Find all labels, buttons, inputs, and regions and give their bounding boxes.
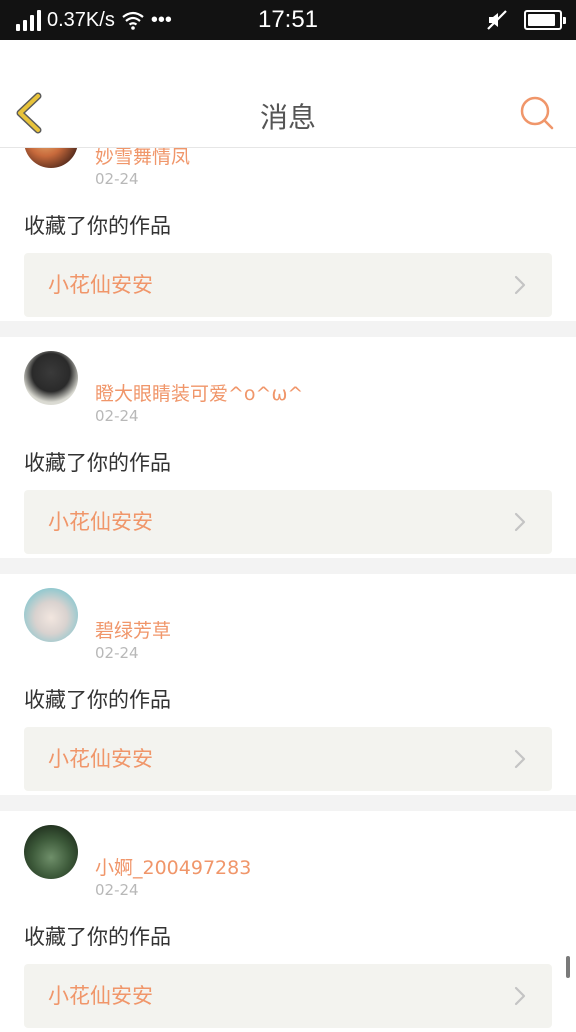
status-bar: 0.37K/s ••• 17:51: [0, 0, 576, 40]
avatar[interactable]: [24, 588, 78, 642]
message-feed: 妙雪舞情凤 02-24 收藏了你的作品 小花仙安安 瞪大眼睛装可爱^o^ω^ 0…: [0, 100, 576, 1032]
message-date: 02-24: [95, 170, 139, 188]
page-title: 消息: [259, 101, 316, 134]
message-card: 碧绿芳草 02-24 收藏了你的作品 小花仙安安: [0, 574, 576, 795]
card-divider: [0, 558, 576, 574]
username[interactable]: 小婀_200497283: [95, 853, 251, 880]
work-link[interactable]: 小花仙安安: [24, 727, 552, 791]
avatar[interactable]: [24, 351, 78, 405]
username[interactable]: 碧绿芳草: [95, 616, 171, 643]
work-title: 小花仙安安: [48, 510, 153, 534]
mute-icon: [487, 10, 507, 30]
scrollbar[interactable]: [566, 956, 570, 978]
avatar[interactable]: [24, 825, 78, 879]
action-text: 收藏了你的作品: [24, 214, 171, 238]
search-button[interactable]: [518, 94, 556, 132]
chevron-right-icon: [514, 986, 526, 1006]
message-card: 小婀_200497283 02-24 收藏了你的作品 小花仙安安: [0, 811, 576, 1032]
message-date: 02-24: [95, 407, 139, 425]
header-bar: 消息: [0, 40, 576, 148]
card-divider: [0, 321, 576, 337]
work-link[interactable]: 小花仙安安: [24, 253, 552, 317]
chevron-right-icon: [514, 275, 526, 295]
action-text: 收藏了你的作品: [24, 688, 171, 712]
status-right: [486, 0, 566, 40]
action-text: 收藏了你的作品: [24, 451, 171, 475]
work-title: 小花仙安安: [48, 273, 153, 297]
message-card: 瞪大眼睛装可爱^o^ω^ 02-24 收藏了你的作品 小花仙安安: [0, 337, 576, 558]
work-title: 小花仙安安: [48, 984, 153, 1008]
chevron-right-icon: [514, 749, 526, 769]
work-link[interactable]: 小花仙安安: [24, 490, 552, 554]
message-date: 02-24: [95, 644, 139, 662]
search-icon: [520, 96, 554, 130]
username[interactable]: 瞪大眼睛装可爱^o^ω^: [95, 379, 303, 406]
chevron-right-icon: [514, 512, 526, 532]
message-date: 02-24: [95, 881, 139, 899]
work-title: 小花仙安安: [48, 747, 153, 771]
action-text: 收藏了你的作品: [24, 925, 171, 949]
card-divider: [0, 795, 576, 811]
battery-icon: [524, 10, 566, 30]
work-link[interactable]: 小花仙安安: [24, 964, 552, 1028]
